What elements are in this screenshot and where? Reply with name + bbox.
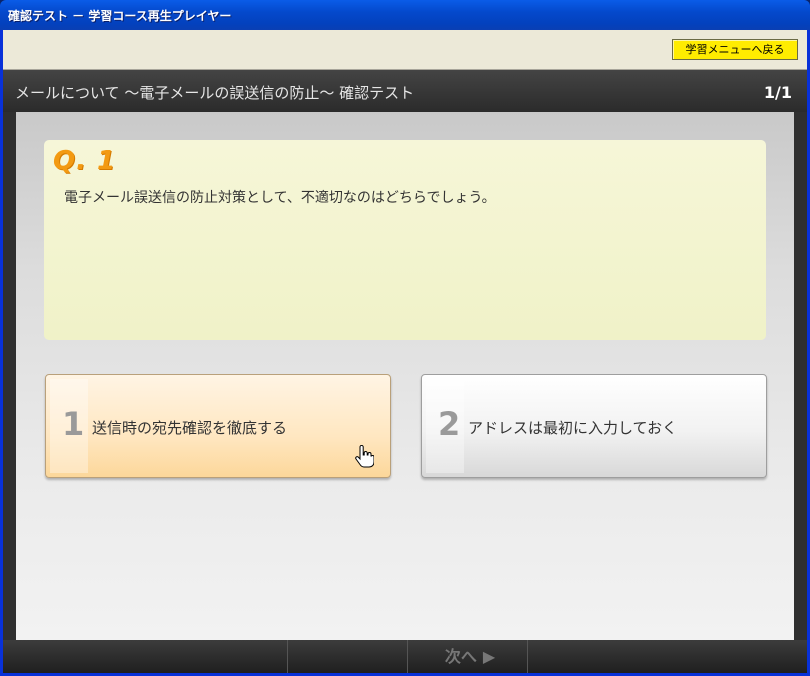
choice-1-button[interactable]: 1 送信時の宛先確認を徹底する xyxy=(45,374,391,478)
question-number: Q. 1 xyxy=(53,146,117,176)
footer-divider xyxy=(527,640,528,673)
question-panel: Q. 1 電子メール誤送信の防止対策として、不適切なのはどちらでしょう。 xyxy=(44,140,766,340)
title-bar: 確認テスト － 学習コース再生プレイヤー xyxy=(0,0,810,30)
choice-label: アドレスは最初に入力しておく xyxy=(468,419,678,437)
footer-divider xyxy=(287,640,288,673)
play-arrow-icon: ▶ xyxy=(482,647,496,666)
question-text: 電子メール誤送信の防止対策として、不適切なのはどちらでしょう。 xyxy=(64,190,496,206)
player-stage: メールについて ～電子メールの誤送信の防止～ 確認テスト 1/1 Q. 1 電子… xyxy=(3,70,807,673)
back-to-menu-button[interactable]: 学習メニューへ戻る xyxy=(672,39,798,60)
hand-pointer-icon xyxy=(355,445,374,468)
toolbar: 学習メニューへ戻る xyxy=(3,30,807,70)
choice-label: 送信時の宛先確認を徹底する xyxy=(92,419,288,437)
choice-number: 1 xyxy=(62,405,85,443)
quiz-content: Q. 1 電子メール誤送信の防止対策として、不適切なのはどちらでしょう。 1 送… xyxy=(16,112,794,640)
window-title: 確認テスト － 学習コース再生プレイヤー xyxy=(8,9,232,23)
next-label: 次へ xyxy=(444,647,477,666)
lesson-header: メールについて ～電子メールの誤送信の防止～ 確認テスト 1/1 xyxy=(3,70,807,112)
page-counter: 1/1 xyxy=(763,83,792,102)
choice-2-button[interactable]: 2 アドレスは最初に入力しておく xyxy=(421,374,767,478)
next-button[interactable]: 次へ ▶ xyxy=(407,640,527,673)
choice-number: 2 xyxy=(438,405,461,443)
lesson-title: メールについて ～電子メールの誤送信の防止～ 確認テスト xyxy=(15,84,415,102)
footer-nav-bar: 次へ ▶ xyxy=(3,640,807,673)
window-frame-left xyxy=(0,30,3,676)
app-window: 確認テスト － 学習コース再生プレイヤー 学習メニューへ戻る メールについて ～… xyxy=(0,0,810,676)
